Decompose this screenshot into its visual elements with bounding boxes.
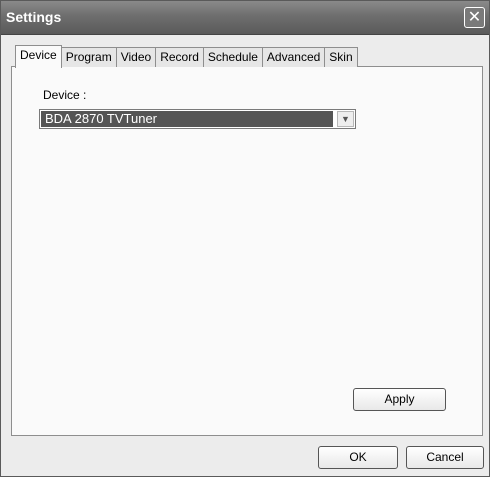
tab-video[interactable]: Video bbox=[115, 47, 157, 67]
device-select[interactable]: BDA 2870 TVTuner ▼ bbox=[39, 109, 356, 129]
close-icon: ✕ bbox=[467, 9, 482, 26]
device-select-value: BDA 2870 TVTuner bbox=[41, 111, 333, 127]
device-label: Device : bbox=[43, 88, 87, 102]
settings-dialog: Settings ✕ Device Program Video Record S… bbox=[0, 0, 490, 477]
tab-skin[interactable]: Skin bbox=[324, 47, 358, 67]
tab-strip: Device Program Video Record Schedule Adv… bbox=[15, 45, 358, 68]
tab-device[interactable]: Device bbox=[15, 45, 62, 68]
close-button[interactable]: ✕ bbox=[464, 7, 485, 28]
chevron-down-icon[interactable]: ▼ bbox=[337, 111, 354, 127]
tab-program[interactable]: Program bbox=[60, 47, 117, 67]
ok-button[interactable]: OK bbox=[318, 446, 398, 469]
apply-button[interactable]: Apply bbox=[353, 388, 446, 411]
cancel-button[interactable]: Cancel bbox=[406, 446, 484, 469]
title-bar[interactable]: Settings ✕ bbox=[1, 1, 489, 35]
tab-schedule[interactable]: Schedule bbox=[202, 47, 263, 67]
tab-record[interactable]: Record bbox=[155, 47, 204, 67]
window-title: Settings bbox=[6, 9, 62, 25]
tab-advanced[interactable]: Advanced bbox=[261, 47, 326, 67]
